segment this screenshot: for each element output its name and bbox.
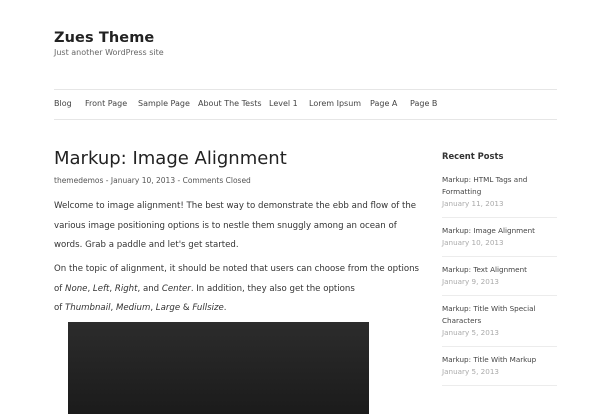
recent-posts-heading: Recent Posts	[442, 151, 504, 161]
option-medium: Medium	[115, 303, 151, 313]
paragraph-line: of None, Left, Right, and Center. In add…	[54, 280, 394, 300]
nav-item-about-the-tests[interactable]: About The Tests	[198, 99, 262, 108]
post-author-link[interactable]: themedemos	[54, 176, 103, 185]
option-large: Large	[155, 303, 181, 313]
option-fullsize: Fullsize	[192, 303, 224, 313]
recent-post-date: January 5, 2013	[442, 367, 499, 376]
nav-item-lorem-ipsum[interactable]: Lorem Ipsum	[309, 99, 361, 108]
paragraph-line: various image positioning options is to …	[54, 220, 397, 231]
post-comments-status: Comments Closed	[182, 176, 251, 185]
recent-post-link[interactable]: Markup: HTML Tags and Formatting	[442, 174, 557, 198]
link-line: Markup: HTML Tags and	[442, 175, 528, 184]
link-line: Formatting	[442, 187, 482, 196]
paragraph-line: On the topic of alignment, it should be …	[54, 264, 420, 274]
recent-post-item: Markup: Title With Markup January 5, 201…	[442, 347, 557, 386]
recent-post-link[interactable]: Markup: Text Alignment	[442, 264, 557, 276]
nav-item-blog[interactable]: Blog	[54, 99, 72, 108]
post-date-link[interactable]: January 10, 2013	[111, 176, 175, 185]
recent-post-item: Markup: Text Alignment January 9, 2013	[442, 257, 557, 296]
nav-item-page-b[interactable]: Page B	[410, 99, 437, 108]
nav-item-level-1[interactable]: Level 1	[269, 99, 298, 108]
text-run: , and	[137, 283, 162, 294]
site-title[interactable]: Zues Theme	[54, 30, 154, 46]
recent-post-date: January 10, 2013	[442, 238, 504, 247]
text-run: &	[180, 303, 193, 313]
recent-post-item: Markup: HTML Tags and Formatting January …	[442, 167, 557, 218]
recent-post-link[interactable]: Markup: Image Alignment	[442, 225, 557, 237]
recent-post-date: January 9, 2013	[442, 277, 499, 286]
post-title[interactable]: Markup: Image Alignment	[54, 148, 287, 169]
option-left: Left	[92, 283, 110, 294]
option-center: Center	[161, 283, 191, 294]
paragraph-line: of Thumbnail, Medium, Large & Fullsize.	[54, 299, 394, 319]
recent-posts-list: Markup: HTML Tags and Formatting January …	[442, 167, 557, 386]
text-run: . In addition, they also get the options	[190, 283, 355, 294]
option-right: Right	[114, 283, 138, 294]
primary-navigation: Blog Front Page Sample Page About The Te…	[54, 89, 557, 120]
nav-item-page-a[interactable]: Page A	[370, 99, 397, 108]
post-image	[68, 322, 369, 414]
site-tagline: Just another WordPress site	[54, 48, 164, 57]
recent-post-date: January 5, 2013	[442, 328, 499, 337]
paragraph-line: Welcome to image alignment! The best way…	[54, 201, 417, 211]
paragraph-line: words. Grab a paddle and let's get start…	[54, 240, 239, 250]
recent-post-date: January 11, 2013	[442, 199, 504, 208]
option-thumbnail: Thumbnail	[65, 303, 111, 313]
text-run: of	[54, 303, 66, 313]
meta-separator: -	[103, 176, 111, 185]
text-run: of	[54, 283, 66, 294]
meta-separator: -	[175, 176, 183, 185]
recent-post-link[interactable]: Markup: Title With Special Characters	[442, 303, 557, 327]
link-line: Markup: Title With Special	[442, 304, 536, 313]
nav-item-sample-page[interactable]: Sample Page	[138, 99, 190, 108]
post-paragraph-2: On the topic of alignment, it should be …	[54, 260, 420, 319]
recent-post-item: Markup: Title With Special Characters Jan…	[442, 296, 557, 347]
post-paragraph-1: Welcome to image alignment! The best way…	[54, 197, 417, 256]
nav-item-front-page[interactable]: Front Page	[85, 99, 127, 108]
option-none: None	[65, 283, 88, 294]
recent-post-link[interactable]: Markup: Title With Markup	[442, 354, 557, 366]
post-meta: themedemos - January 10, 2013 - Comments…	[54, 176, 251, 185]
link-line: Characters	[442, 316, 482, 325]
recent-post-item: Markup: Image Alignment January 10, 2013	[442, 218, 557, 257]
text-run: .	[223, 303, 227, 313]
